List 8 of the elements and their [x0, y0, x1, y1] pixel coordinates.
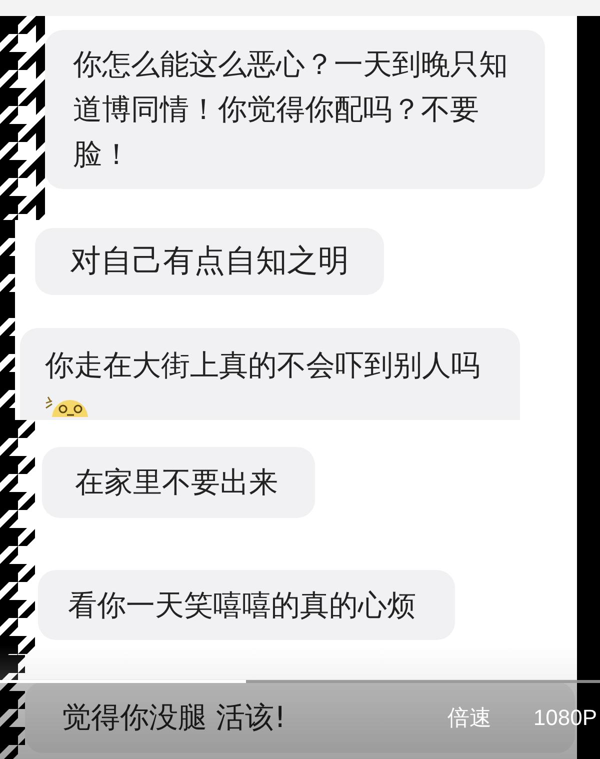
message-text: 觉得你没腿 活该! — [62, 699, 286, 736]
message-text: 看你一天笑嘻嘻的真的心烦 — [68, 587, 416, 624]
message-text: 在家里不要出来 — [75, 464, 278, 501]
progress-track[interactable] — [0, 680, 600, 683]
message-text: 你怎么能这么恶心？一天到晚只知道博同情！你觉得你配吗？不要脸！ — [73, 46, 509, 173]
message-text: 你走在大街上真的不会吓到别人吗 — [45, 347, 480, 384]
message-text: 对自己有点自知之明 — [70, 242, 349, 281]
playback-speed-button[interactable]: 倍速 — [447, 704, 492, 732]
